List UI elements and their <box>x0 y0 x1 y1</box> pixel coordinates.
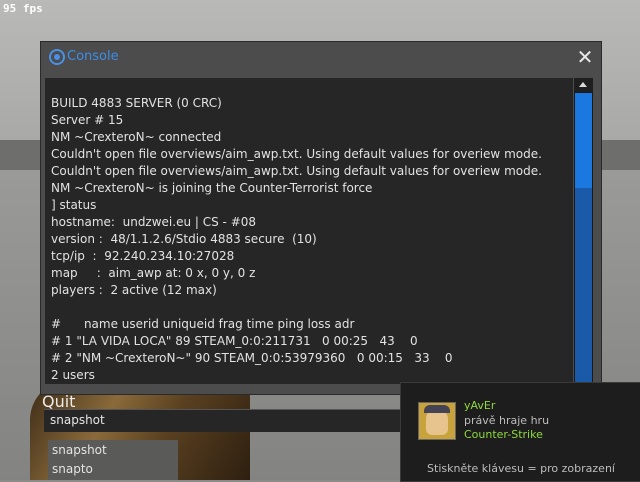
friend-notification[interactable]: yAvEr právě hraje hru Counter-Strike Sti… <box>400 382 640 482</box>
console-line: 2 users <box>51 368 95 382</box>
console-line: hostname: undzwei.eu | CS - #08 <box>51 215 257 229</box>
autocomplete-item[interactable]: snapshot <box>52 443 107 457</box>
console-line: NM ~CrexteroN~ connected <box>51 130 222 144</box>
console-line: BUILD 4883 SERVER (0 CRC) <box>51 96 222 110</box>
console-line: ] status <box>51 198 97 212</box>
console-line: map : aim_awp at: 0 x, 0 y, 0 z <box>51 266 256 280</box>
friend-avatar <box>418 402 456 440</box>
console-output: BUILD 4883 SERVER (0 CRC) Server # 15 NM… <box>45 78 573 384</box>
console-line: version : 48/1.1.2.6/Stdio 4883 secure (… <box>51 232 317 246</box>
notification-hint: Stiskněte klávesu = pro zobrazení <box>427 462 615 475</box>
console-line: Couldn't open file overviews/aim_awp.txt… <box>51 147 542 161</box>
avatar-hat-icon <box>424 405 450 413</box>
console-window: Console ✕ BUILD 4883 SERVER (0 CRC) Serv… <box>40 41 602 395</box>
friend-game: Counter-Strike <box>464 428 543 441</box>
fps-counter: 95 fps <box>3 2 43 15</box>
autocomplete-item[interactable]: snapto <box>52 462 93 476</box>
console-line: # 2 "NM ~CrexteroN~" 90 STEAM_0:0:539793… <box>51 351 453 365</box>
console-title: Console <box>67 49 119 64</box>
friend-status: právě hraje hru <box>464 414 550 427</box>
console-line: tcp/ip : 92.240.234.10:27028 <box>51 249 235 263</box>
steam-logo-icon <box>49 49 65 65</box>
console-scrollbar[interactable] <box>574 78 593 384</box>
close-button[interactable]: ✕ <box>575 47 595 67</box>
console-line: Server # 15 <box>51 113 124 127</box>
console-line: # name userid uniqueid frag time ping lo… <box>51 317 355 331</box>
scroll-up-arrow-icon[interactable] <box>574 78 593 92</box>
autocomplete-list: snapshot snapto <box>48 440 178 480</box>
console-line: NM ~CrexteroN~ is joining the Counter-Te… <box>51 181 373 195</box>
command-input-value[interactable]: snapshot <box>50 413 105 427</box>
console-line: Couldn't open file overviews/aim_awp.txt… <box>51 164 542 178</box>
friend-name: yAvEr <box>464 399 496 412</box>
console-line: # 1 "LA VIDA LOCA" 89 STEAM_0:0:211731 0… <box>51 334 418 348</box>
console-line: players : 2 active (12 max) <box>51 283 217 297</box>
scrollbar-thumb[interactable] <box>575 93 592 188</box>
